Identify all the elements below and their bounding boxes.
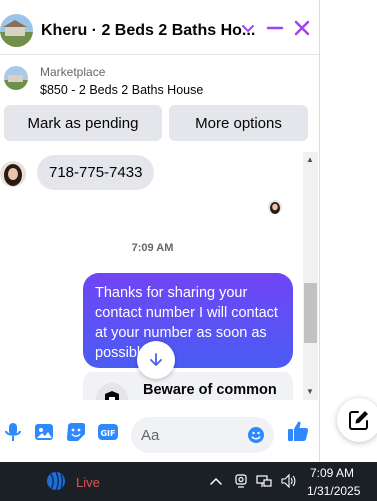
seen-avatar	[268, 200, 282, 214]
scroll-down-arrow-icon[interactable]: ▼	[306, 387, 314, 396]
more-options-button[interactable]: More options	[169, 105, 308, 141]
message-input-placeholder: Aa	[141, 427, 160, 444]
scroll-up-arrow-icon[interactable]: ▲	[306, 155, 314, 164]
chat-window: Kheru · 2 Beds 2 Baths Ho... Marketplace…	[0, 0, 320, 462]
warning-text: Beware of common	[143, 382, 277, 398]
listing-info[interactable]: Marketplace $850 - 2 Beds 2 Baths House	[0, 60, 319, 104]
photo-icon[interactable]	[33, 421, 55, 443]
emoji-icon[interactable]	[247, 426, 265, 444]
message-input[interactable]: Aa	[131, 417, 274, 453]
message-scrollbar[interactable]: ▲ ▼	[303, 152, 318, 400]
sender-avatar[interactable]	[0, 161, 26, 187]
mark-as-pending-button[interactable]: Mark as pending	[4, 105, 162, 141]
scrollbar-thumb[interactable]	[304, 283, 317, 343]
microphone-icon[interactable]	[2, 421, 24, 443]
listing-source: Marketplace	[40, 65, 106, 79]
live-label[interactable]: Live	[76, 475, 100, 490]
message-list: 718-775-7433 7:09 AM Thanks for sharing …	[0, 150, 305, 400]
scroll-to-bottom-button[interactable]	[137, 341, 175, 379]
sticker-icon[interactable]	[65, 421, 87, 443]
listing-thumbnail	[4, 66, 28, 90]
minimize-icon[interactable]	[265, 18, 285, 38]
compose-icon	[349, 411, 368, 430]
outgoing-message[interactable]: Thanks for sharing your contact number I…	[83, 273, 293, 368]
taskbar: Live 7:09 AM 1/31/2025	[0, 462, 377, 501]
chat-title[interactable]: Kheru · 2 Beds 2 Baths Ho...	[41, 22, 255, 40]
gif-icon[interactable]: GIF	[97, 421, 119, 443]
chevron-down-icon[interactable]	[238, 18, 258, 38]
cricket-ball-icon[interactable]	[45, 470, 69, 492]
shield-icon	[96, 383, 128, 400]
scam-warning-card[interactable]: Beware of common	[83, 372, 293, 400]
listing-avatar[interactable]	[0, 14, 33, 47]
network-icon[interactable]	[256, 473, 272, 489]
message-timestamp: 7:09 AM	[131, 242, 174, 254]
arrow-down-icon	[150, 353, 162, 366]
chevron-up-icon[interactable]	[208, 473, 224, 489]
svg-text:GIF: GIF	[100, 429, 115, 438]
message-composer: GIF Aa	[0, 405, 319, 462]
close-icon[interactable]	[292, 18, 312, 38]
clock-date[interactable]: 1/31/2025	[307, 484, 360, 498]
new-message-button[interactable]	[337, 398, 377, 442]
camera-icon[interactable]	[233, 473, 249, 489]
clock-time[interactable]: 7:09 AM	[310, 466, 354, 480]
chat-header: Kheru · 2 Beds 2 Baths Ho...	[0, 0, 319, 55]
volume-icon[interactable]	[280, 473, 296, 489]
thumbs-up-icon[interactable]	[286, 419, 310, 443]
incoming-message[interactable]: 718-775-7433	[37, 155, 155, 190]
listing-title: $850 - 2 Beds 2 Baths House	[40, 83, 204, 97]
